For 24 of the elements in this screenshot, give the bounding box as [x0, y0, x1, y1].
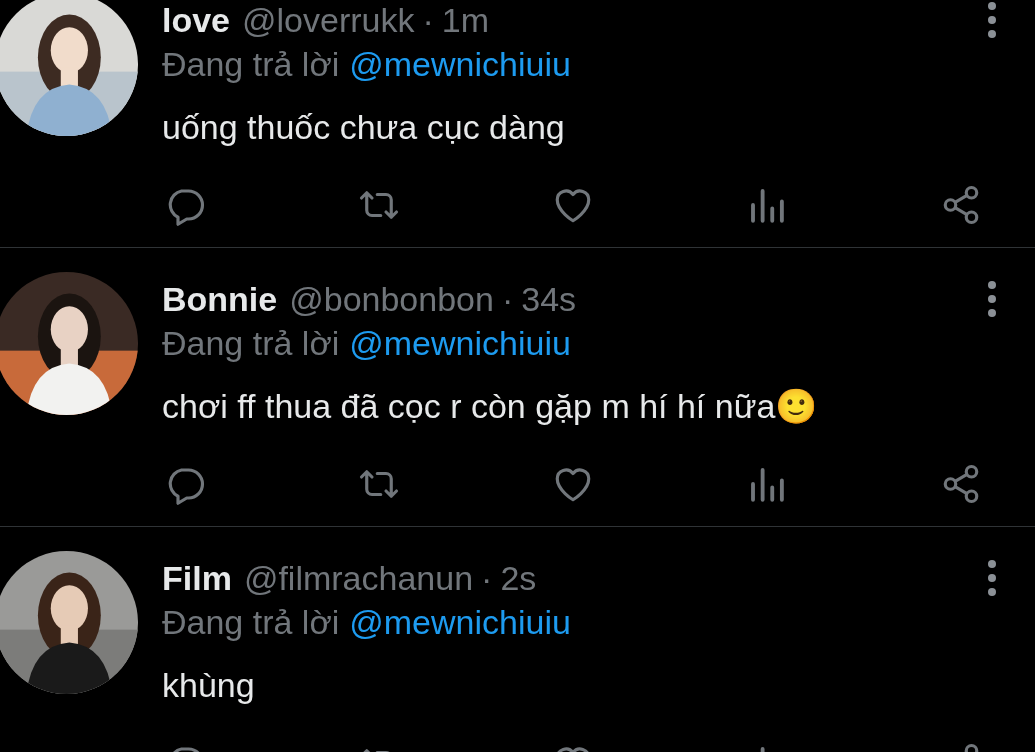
separator-dot: · [481, 558, 493, 598]
timestamp: 2s [500, 558, 537, 598]
more-icon[interactable] [987, 281, 997, 317]
more-icon[interactable] [987, 2, 997, 38]
user-name: Film [162, 558, 232, 598]
more-icon[interactable] [987, 560, 997, 596]
user-handle[interactable]: @bonbonbon [289, 279, 494, 319]
user-name: love [162, 0, 231, 40]
mention-link[interactable]: @mewnichiuiu [349, 603, 571, 642]
reply-label: Đang trả lời [162, 603, 340, 642]
tweet-text: uống thuốc chưa cục dàng [162, 107, 566, 148]
user-handle[interactable]: @loverrukk [242, 0, 415, 40]
timestamp: 1m [441, 0, 490, 40]
reply-label: Đang trả lời [162, 324, 340, 363]
user-name: Bonnie [162, 279, 278, 319]
timestamp: 34s [521, 279, 577, 319]
reply-label: Đang trả lời [162, 45, 340, 84]
tweet-text: khùng [162, 665, 256, 706]
mention-link[interactable]: @mewnichiuiu [349, 45, 571, 84]
tweet-text: chơi ff thua đã cọc r còn gặp m hí hí nữa🙂 [162, 386, 819, 427]
mention-link[interactable]: @mewnichiuiu [349, 324, 571, 363]
separator-dot: · [501, 279, 514, 319]
user-handle[interactable]: @filmrachanun [243, 558, 474, 598]
separator-dot: · [422, 0, 434, 40]
